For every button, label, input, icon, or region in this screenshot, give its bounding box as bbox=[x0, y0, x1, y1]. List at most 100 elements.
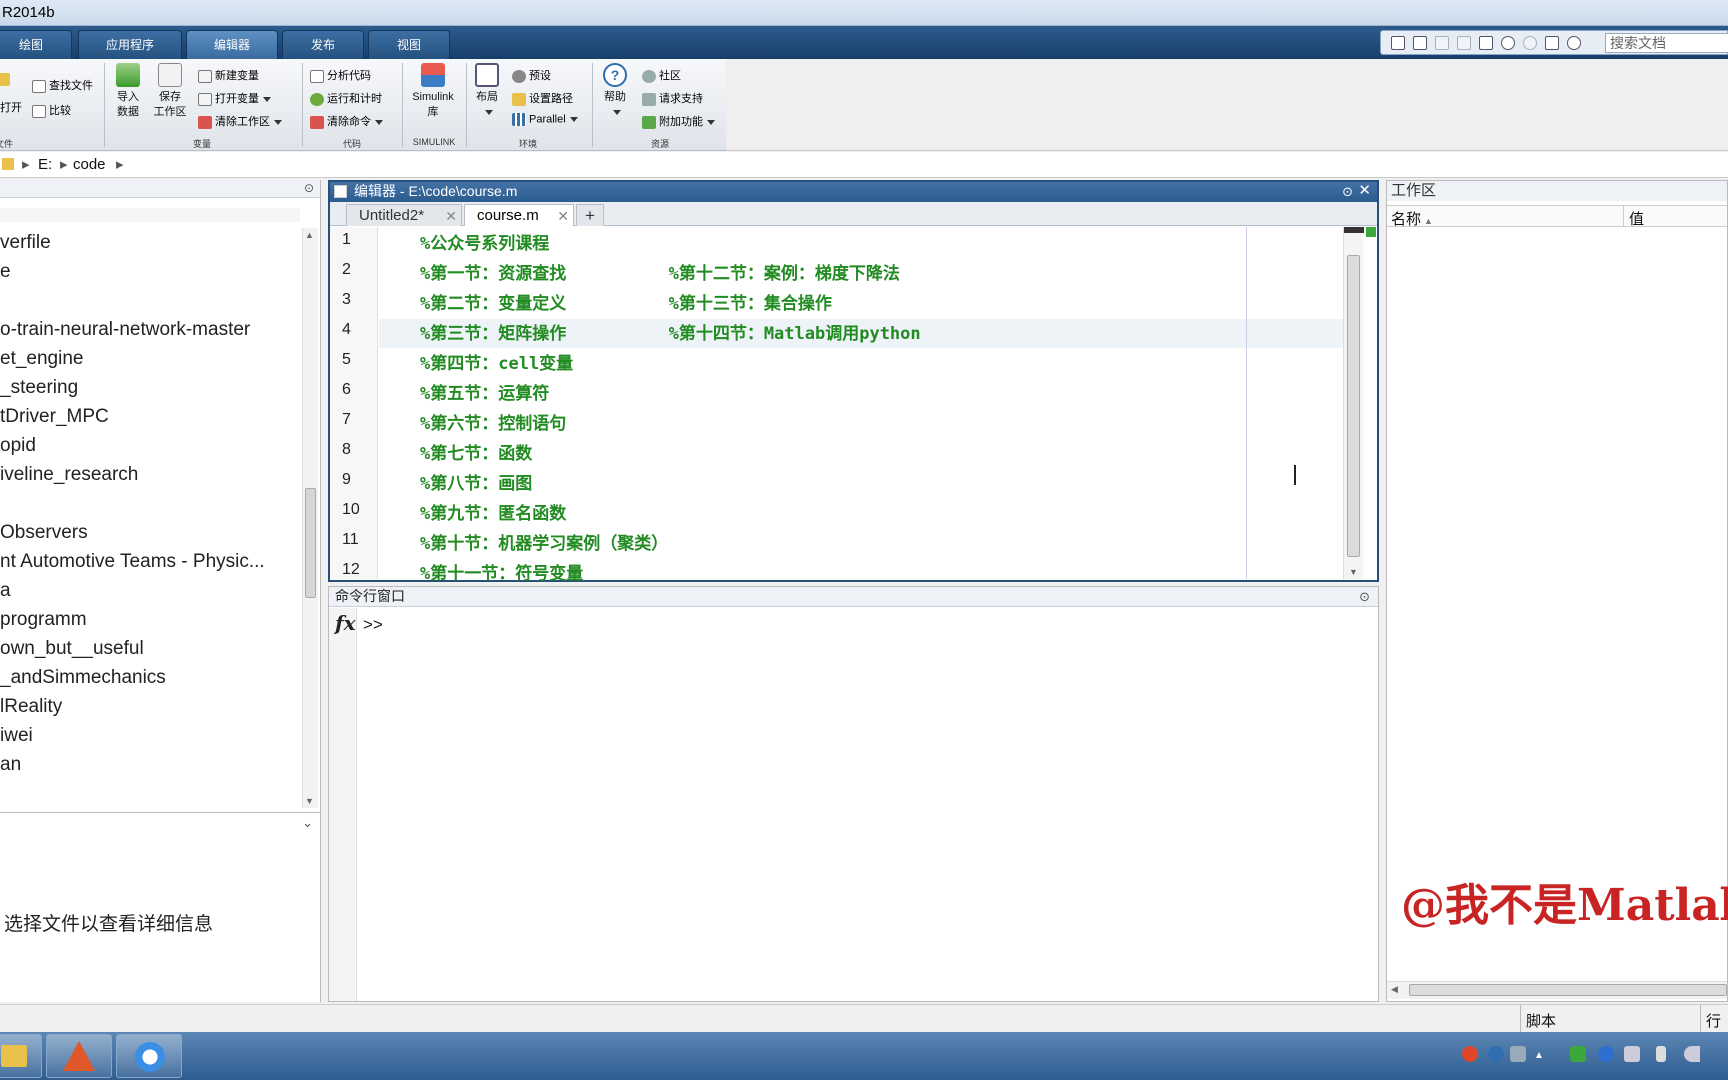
import-data-button[interactable]: 导入 数据 bbox=[112, 63, 144, 120]
support-icon bbox=[642, 92, 656, 106]
clear-commands-button[interactable]: 清除命令 bbox=[310, 113, 383, 129]
workspace-horizontal-scrollbar[interactable]: ◀ bbox=[1387, 981, 1727, 999]
request-support-button[interactable]: 请求支持 bbox=[642, 90, 703, 106]
command-window[interactable]: 命令行窗口 ⊙ fx >> bbox=[328, 586, 1379, 1002]
list-item[interactable]: own_but__useful bbox=[0, 638, 144, 660]
list-item[interactable]: an bbox=[0, 754, 21, 776]
layout-button[interactable]: 布局 bbox=[472, 63, 502, 120]
network-icon[interactable] bbox=[1624, 1046, 1640, 1062]
redo-icon[interactable] bbox=[1523, 36, 1537, 50]
list-item[interactable]: et_engine bbox=[0, 348, 83, 370]
paste-icon[interactable] bbox=[1479, 36, 1493, 50]
line-number: 1 bbox=[342, 231, 351, 248]
column-header-name[interactable]: 名称 ▲ bbox=[1391, 208, 1433, 229]
save-icon[interactable] bbox=[1413, 36, 1427, 50]
scroll-left-icon[interactable]: ◀ bbox=[1391, 984, 1398, 995]
scroll-up-icon[interactable]: ▲ bbox=[305, 230, 314, 240]
scrollbar-thumb[interactable] bbox=[305, 488, 316, 598]
editor-tab-untitled2[interactable]: Untitled2* ✕ bbox=[346, 204, 462, 226]
tab-apps[interactable]: 应用程序 bbox=[78, 30, 182, 59]
help-tray-icon[interactable] bbox=[1488, 1046, 1504, 1062]
editor-scrollbar[interactable]: ▼ bbox=[1343, 227, 1376, 579]
code-analyzer-status-icon[interactable] bbox=[1366, 227, 1376, 237]
list-item[interactable]: _andSimmechanics bbox=[0, 667, 166, 689]
simulink-library-button[interactable]: Simulink 库 bbox=[408, 63, 458, 120]
line-number: 4 bbox=[342, 321, 351, 338]
column-header-value[interactable]: 值 bbox=[1629, 208, 1644, 229]
list-item[interactable]: iwei bbox=[0, 725, 33, 747]
help-button[interactable]: ? 帮助 bbox=[598, 63, 632, 120]
update-icon[interactable] bbox=[1510, 1046, 1526, 1062]
security-icon[interactable] bbox=[1570, 1046, 1586, 1062]
help-icon[interactable] bbox=[1567, 36, 1581, 50]
list-item[interactable]: a bbox=[0, 580, 11, 602]
split-handle[interactable] bbox=[1344, 227, 1364, 233]
matlab-taskbar-button[interactable] bbox=[46, 1034, 112, 1078]
list-item[interactable]: _steering bbox=[0, 377, 78, 399]
chevron-up-icon[interactable]: ▲ bbox=[1534, 1050, 1544, 1061]
close-tab-icon[interactable]: ✕ bbox=[445, 206, 457, 227]
volume-icon[interactable] bbox=[1684, 1046, 1700, 1062]
close-icon[interactable]: ✕ bbox=[1358, 181, 1371, 200]
clear-workspace-button[interactable]: 清除工作区 bbox=[198, 113, 282, 129]
set-path-button[interactable]: 设置路径 bbox=[512, 90, 573, 106]
function-browser-icon[interactable]: fx bbox=[335, 611, 356, 635]
list-item[interactable]: Observers bbox=[0, 522, 88, 544]
shortcut-icon[interactable] bbox=[1391, 36, 1405, 50]
new-variable-icon bbox=[198, 69, 212, 83]
analyze-code-button[interactable]: 分析代码 bbox=[310, 67, 371, 83]
list-item[interactable]: tDriver_MPC bbox=[0, 406, 109, 428]
scrollbar-thumb[interactable] bbox=[1409, 984, 1727, 996]
scrollbar-thumb[interactable] bbox=[1347, 255, 1360, 557]
open-variable-button[interactable]: 打开变量 bbox=[198, 90, 271, 106]
browser-taskbar-button[interactable] bbox=[116, 1034, 182, 1078]
close-tab-icon[interactable]: ✕ bbox=[557, 206, 569, 227]
compare-button[interactable]: 比较 bbox=[32, 102, 71, 118]
parallel-button[interactable]: Parallel bbox=[512, 113, 578, 126]
panel-menu-icon[interactable]: ⊙ bbox=[1359, 587, 1370, 606]
find-files-icon bbox=[32, 79, 46, 93]
find-files-button[interactable]: 查找文件 bbox=[32, 77, 93, 93]
preferences-button[interactable]: 预设 bbox=[512, 67, 551, 83]
list-item[interactable]: iveline_research bbox=[0, 464, 138, 486]
scroll-down-icon[interactable]: ▼ bbox=[305, 796, 314, 806]
tab-view[interactable]: 视图 bbox=[368, 30, 450, 59]
scroll-down-icon[interactable]: ▼ bbox=[1349, 567, 1358, 577]
run-and-time-button[interactable]: 运行和计时 bbox=[310, 90, 382, 106]
explorer-taskbar-button[interactable] bbox=[0, 1034, 42, 1078]
search-input[interactable]: 搜索文档 bbox=[1605, 33, 1728, 53]
tab-publish[interactable]: 发布 bbox=[282, 30, 364, 59]
list-item[interactable]: lReality bbox=[0, 696, 62, 718]
save-workspace-button[interactable]: 保存 工作区 bbox=[150, 63, 190, 120]
list-item[interactable]: nt Automotive Teams - Physic... bbox=[0, 551, 265, 573]
battery-icon[interactable] bbox=[1656, 1046, 1666, 1062]
tab-plots[interactable]: 绘图 bbox=[0, 30, 72, 59]
breadcrumb-folder[interactable]: code bbox=[73, 152, 106, 177]
community-button[interactable]: 社区 bbox=[642, 67, 681, 83]
editor-tab-course[interactable]: course.m ✕ bbox=[464, 204, 574, 226]
open-button[interactable]: 打开 bbox=[0, 99, 22, 115]
panel-menu-icon[interactable]: ⊙ bbox=[1342, 182, 1353, 201]
switch-windows-icon[interactable] bbox=[1545, 36, 1559, 50]
breadcrumb-drive[interactable]: E: bbox=[38, 152, 52, 177]
ime-icon[interactable] bbox=[1462, 1046, 1478, 1062]
open-icon[interactable] bbox=[0, 73, 13, 86]
tab-editor[interactable]: 编辑器 bbox=[186, 30, 278, 59]
new-tab-button[interactable]: + bbox=[576, 204, 604, 226]
copy-icon[interactable] bbox=[1457, 36, 1471, 50]
list-item[interactable]: o-train-neural-network-master bbox=[0, 319, 250, 341]
cut-icon[interactable] bbox=[1435, 36, 1449, 50]
add-ons-button[interactable]: 附加功能 bbox=[642, 113, 715, 129]
undo-icon[interactable] bbox=[1501, 36, 1515, 50]
list-item[interactable]: e bbox=[0, 261, 11, 283]
panel-menu-icon[interactable]: ⊙ bbox=[304, 181, 314, 195]
bluetooth-icon[interactable] bbox=[1598, 1046, 1614, 1062]
chevron-down-icon[interactable]: ⌄ bbox=[302, 815, 313, 831]
list-item[interactable]: programm bbox=[0, 609, 87, 631]
list-item[interactable]: verfile bbox=[0, 232, 51, 254]
line-number: 12 bbox=[342, 561, 360, 578]
new-variable-button[interactable]: 新建变量 bbox=[198, 67, 259, 83]
file-list-scrollbar[interactable]: ▲ ▼ bbox=[302, 228, 318, 808]
list-item[interactable]: opid bbox=[0, 435, 36, 457]
address-bar[interactable]: ▸ E: ▸ code ▸ bbox=[0, 152, 1728, 178]
